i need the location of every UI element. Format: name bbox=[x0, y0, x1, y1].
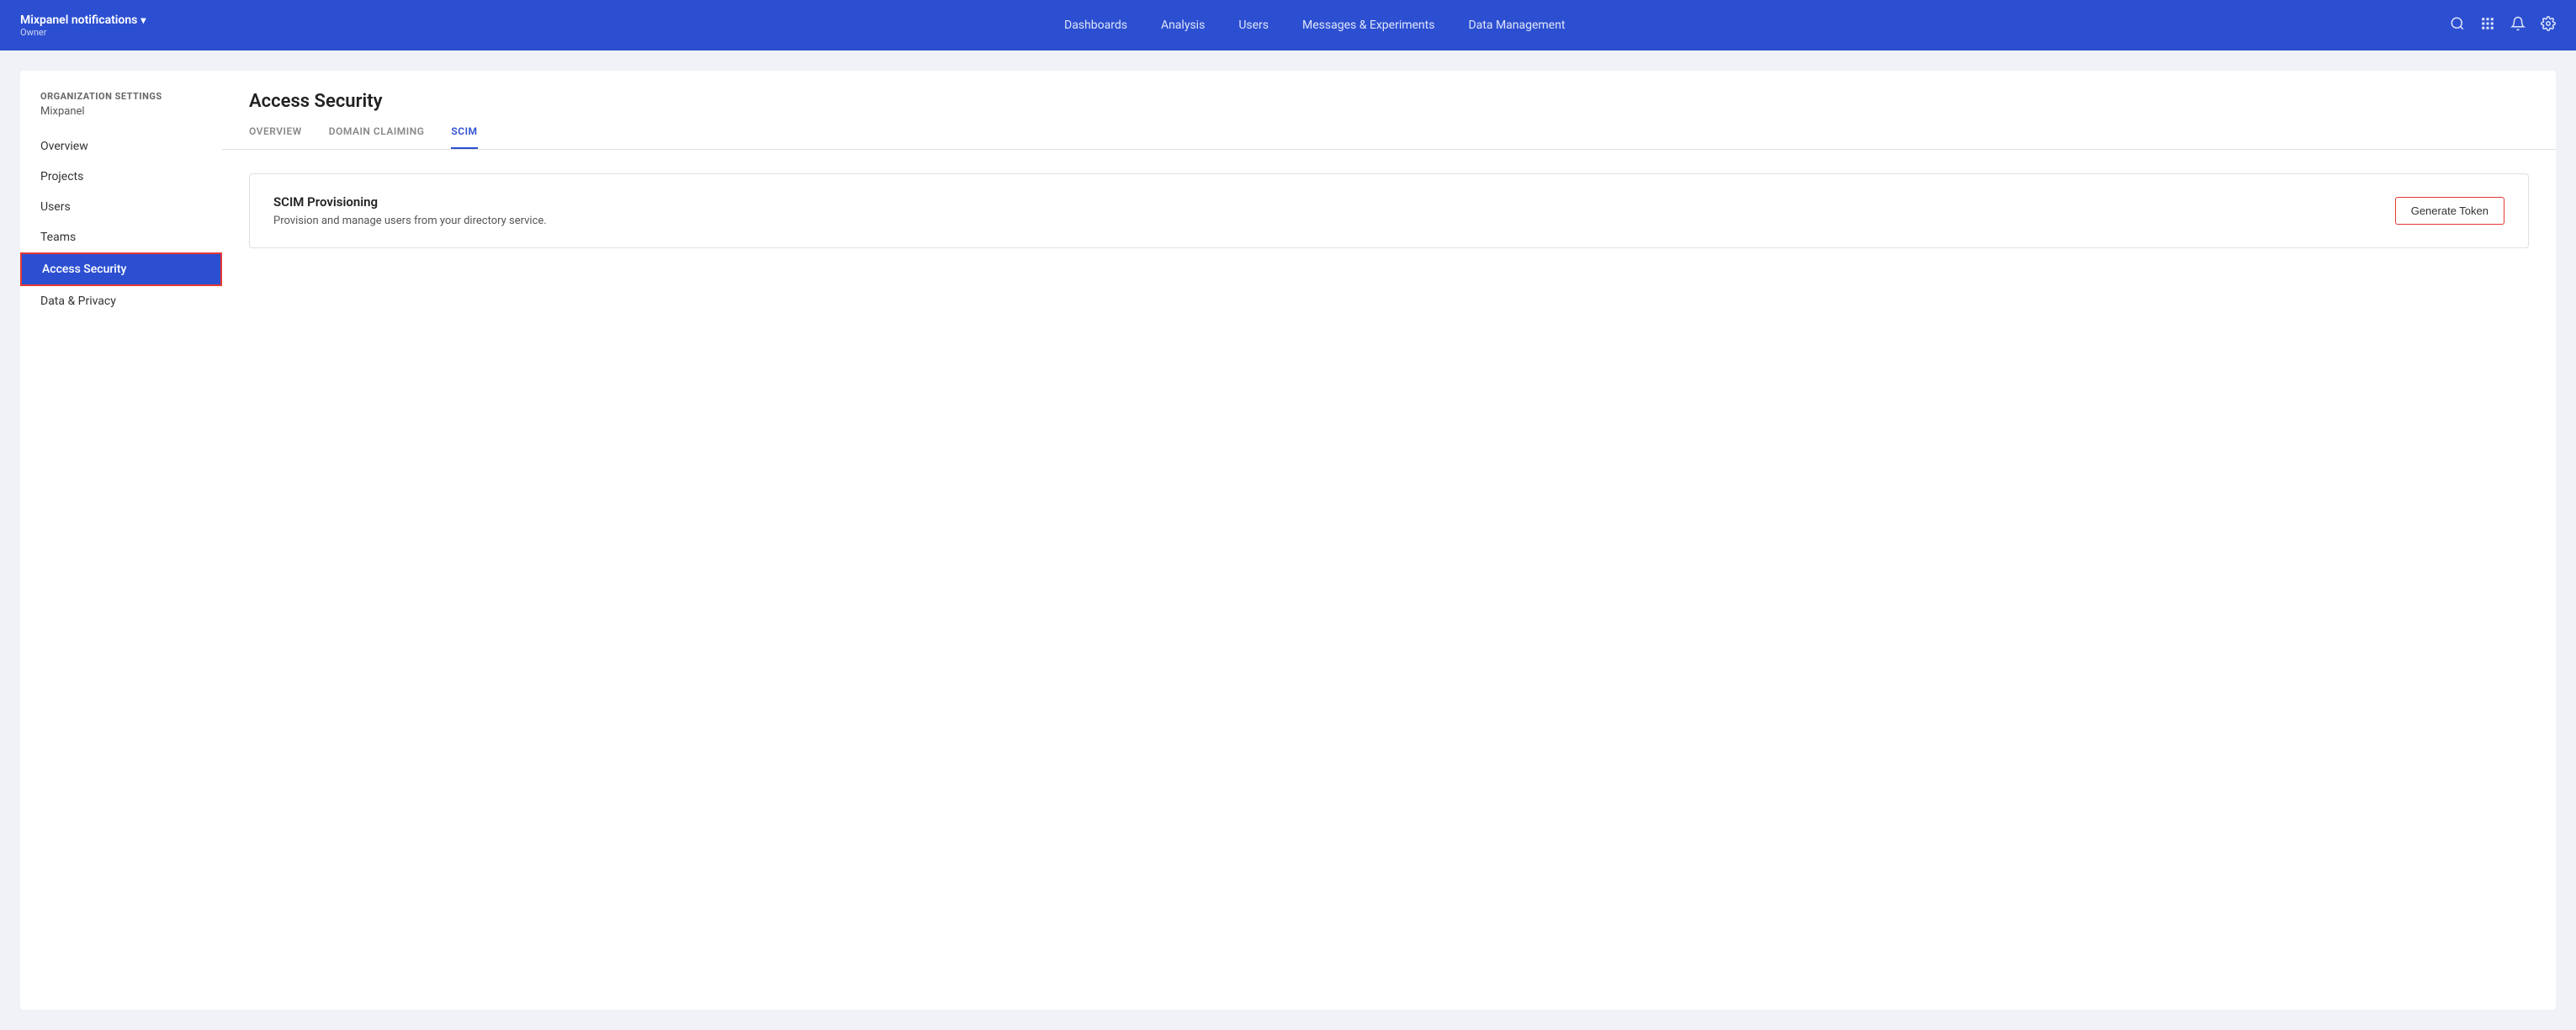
tab-scim[interactable]: SCIM bbox=[451, 125, 477, 149]
brand-role: Owner bbox=[20, 27, 146, 38]
sidebar-item-overview[interactable]: Overview bbox=[20, 131, 222, 162]
tab-bar: OVERVIEW DOMAIN CLAIMING SCIM bbox=[249, 125, 2529, 149]
sidebar-item-teams[interactable]: Teams bbox=[20, 222, 222, 252]
sidebar-section-label: ORGANIZATION SETTINGS bbox=[20, 91, 222, 105]
sidebar-item-access-security[interactable]: Access Security bbox=[20, 252, 222, 286]
content-header: Access Security OVERVIEW DOMAIN CLAIMING… bbox=[222, 71, 2556, 150]
page-title: Access Security bbox=[249, 91, 2529, 112]
scim-provisioning-card: SCIM Provisioning Provision and manage u… bbox=[249, 173, 2529, 248]
bell-icon[interactable] bbox=[2510, 16, 2526, 35]
tab-domain-claiming[interactable]: DOMAIN CLAIMING bbox=[329, 125, 425, 149]
sidebar-item-projects[interactable]: Projects bbox=[20, 162, 222, 192]
nav-data-management[interactable]: Data Management bbox=[1468, 19, 1565, 32]
content-body: SCIM Provisioning Provision and manage u… bbox=[222, 150, 2556, 272]
sidebar-item-data-privacy[interactable]: Data & Privacy bbox=[20, 286, 222, 316]
main-layout: ORGANIZATION SETTINGS Mixpanel Overview … bbox=[0, 50, 2576, 1030]
nav-users[interactable]: Users bbox=[1238, 19, 1269, 32]
top-navigation: Mixpanel notifications Owner Dashboards … bbox=[0, 0, 2576, 50]
nav-messages[interactable]: Messages & Experiments bbox=[1302, 19, 1434, 32]
nav-links: Dashboards Analysis Users Messages & Exp… bbox=[179, 19, 2450, 32]
sidebar: ORGANIZATION SETTINGS Mixpanel Overview … bbox=[20, 71, 222, 1010]
brand-name: Mixpanel notifications bbox=[20, 13, 146, 27]
search-icon[interactable] bbox=[2450, 16, 2465, 35]
scim-card-info: SCIM Provisioning Provision and manage u… bbox=[273, 194, 547, 227]
nav-analysis[interactable]: Analysis bbox=[1161, 19, 1205, 32]
scim-card-description: Provision and manage users from your dir… bbox=[273, 215, 547, 227]
scim-card-title: SCIM Provisioning bbox=[273, 194, 547, 210]
grid-icon[interactable] bbox=[2480, 16, 2495, 35]
sidebar-item-users[interactable]: Users bbox=[20, 192, 222, 222]
generate-token-button[interactable]: Generate Token bbox=[2395, 197, 2504, 225]
sidebar-org-name: Mixpanel bbox=[20, 105, 222, 131]
tab-overview[interactable]: OVERVIEW bbox=[249, 125, 302, 149]
gear-icon[interactable] bbox=[2541, 16, 2556, 35]
brand-logo[interactable]: Mixpanel notifications Owner bbox=[20, 13, 146, 38]
brand-dropdown-icon[interactable] bbox=[140, 13, 146, 27]
nav-dashboards[interactable]: Dashboards bbox=[1064, 19, 1127, 32]
topnav-action-icons bbox=[2450, 16, 2556, 35]
content-area: Access Security OVERVIEW DOMAIN CLAIMING… bbox=[222, 71, 2556, 1010]
